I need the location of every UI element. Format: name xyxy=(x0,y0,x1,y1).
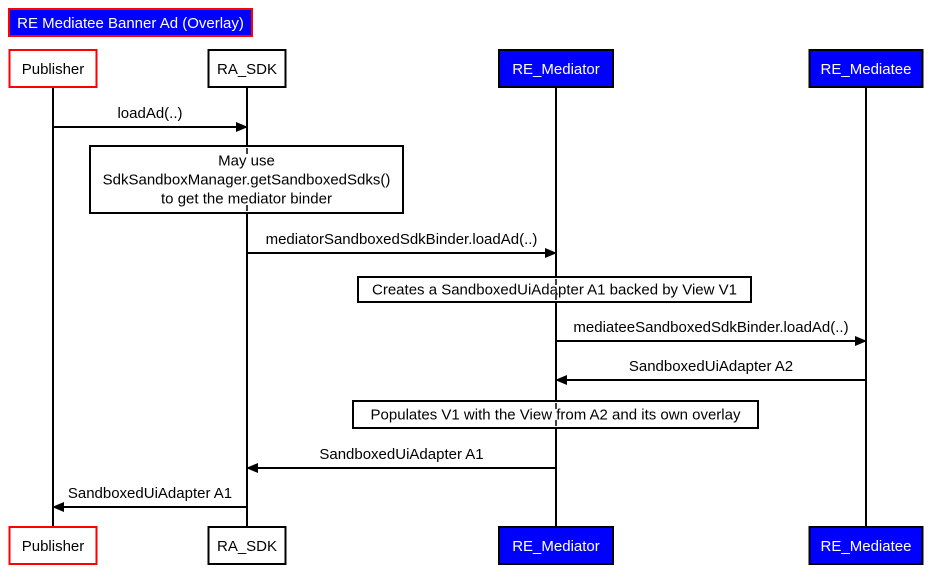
participant-re_mediatee-bottom: RE_Mediatee xyxy=(808,526,924,565)
note-1: May use SdkSandboxManager.getSandboxedSdk… xyxy=(89,145,404,214)
participant-label: RE_Mediatee xyxy=(821,538,912,555)
sequence-diagram: RE Mediatee Banner Ad (Overlay) Publishe… xyxy=(8,8,924,565)
participant-re_mediator-bottom: RE_Mediator xyxy=(498,526,614,565)
message-label: SandboxedUiAdapter A1 xyxy=(319,446,483,463)
message-7: SandboxedUiAdapter A1 xyxy=(246,446,556,473)
note-text: May use xyxy=(218,153,275,170)
diagram-title-text: RE Mediatee Banner Ad (Overlay) xyxy=(17,15,244,32)
participant-label: RA_SDK xyxy=(217,61,277,78)
participant-re_mediator-top: RE_Mediator xyxy=(498,49,614,88)
message-label: mediateeSandboxedSdkBinder.loadAd(..) xyxy=(573,319,848,336)
message-8: SandboxedUiAdapter A1 xyxy=(52,485,247,512)
message-0: loadAd(..) xyxy=(53,105,248,132)
message-label: SandboxedUiAdapter A2 xyxy=(629,358,793,375)
participant-label: RA_SDK xyxy=(217,538,277,555)
participant-ra_sdk-bottom: RA_SDK xyxy=(207,526,287,565)
participant-publisher-top: Publisher xyxy=(8,49,98,88)
message-4: mediateeSandboxedSdkBinder.loadAd(..) xyxy=(556,319,867,346)
note-text: to get the mediator binder xyxy=(161,191,332,208)
note-text: Creates a SandboxedUiAdapter A1 backed b… xyxy=(372,282,737,299)
participant-ra_sdk-top: RA_SDK xyxy=(207,49,287,88)
message-label: mediatorSandboxedSdkBinder.loadAd(..) xyxy=(266,231,538,248)
participant-label: RE_Mediatee xyxy=(821,61,912,78)
participant-label: Publisher xyxy=(22,538,85,555)
note-3: Creates a SandboxedUiAdapter A1 backed b… xyxy=(357,276,752,303)
participant-label: Publisher xyxy=(22,61,85,78)
participant-label: RE_Mediator xyxy=(512,61,600,78)
participant-label: RE_Mediator xyxy=(512,538,600,555)
note-text: SdkSandboxManager.getSandboxedSdks() xyxy=(103,172,391,189)
message-2: mediatorSandboxedSdkBinder.loadAd(..) xyxy=(247,231,557,258)
participant-publisher-bottom: Publisher xyxy=(8,526,98,565)
sequence-steps: loadAd(..) May use SdkSandboxManager.getSa… xyxy=(52,105,867,512)
diagram-title: RE Mediatee Banner Ad (Overlay) xyxy=(8,8,253,37)
message-label: SandboxedUiAdapter A1 xyxy=(68,485,232,502)
participant-re_mediatee-top: RE_Mediatee xyxy=(808,49,924,88)
message-label: loadAd(..) xyxy=(117,105,182,122)
message-5: SandboxedUiAdapter A2 xyxy=(555,358,866,385)
